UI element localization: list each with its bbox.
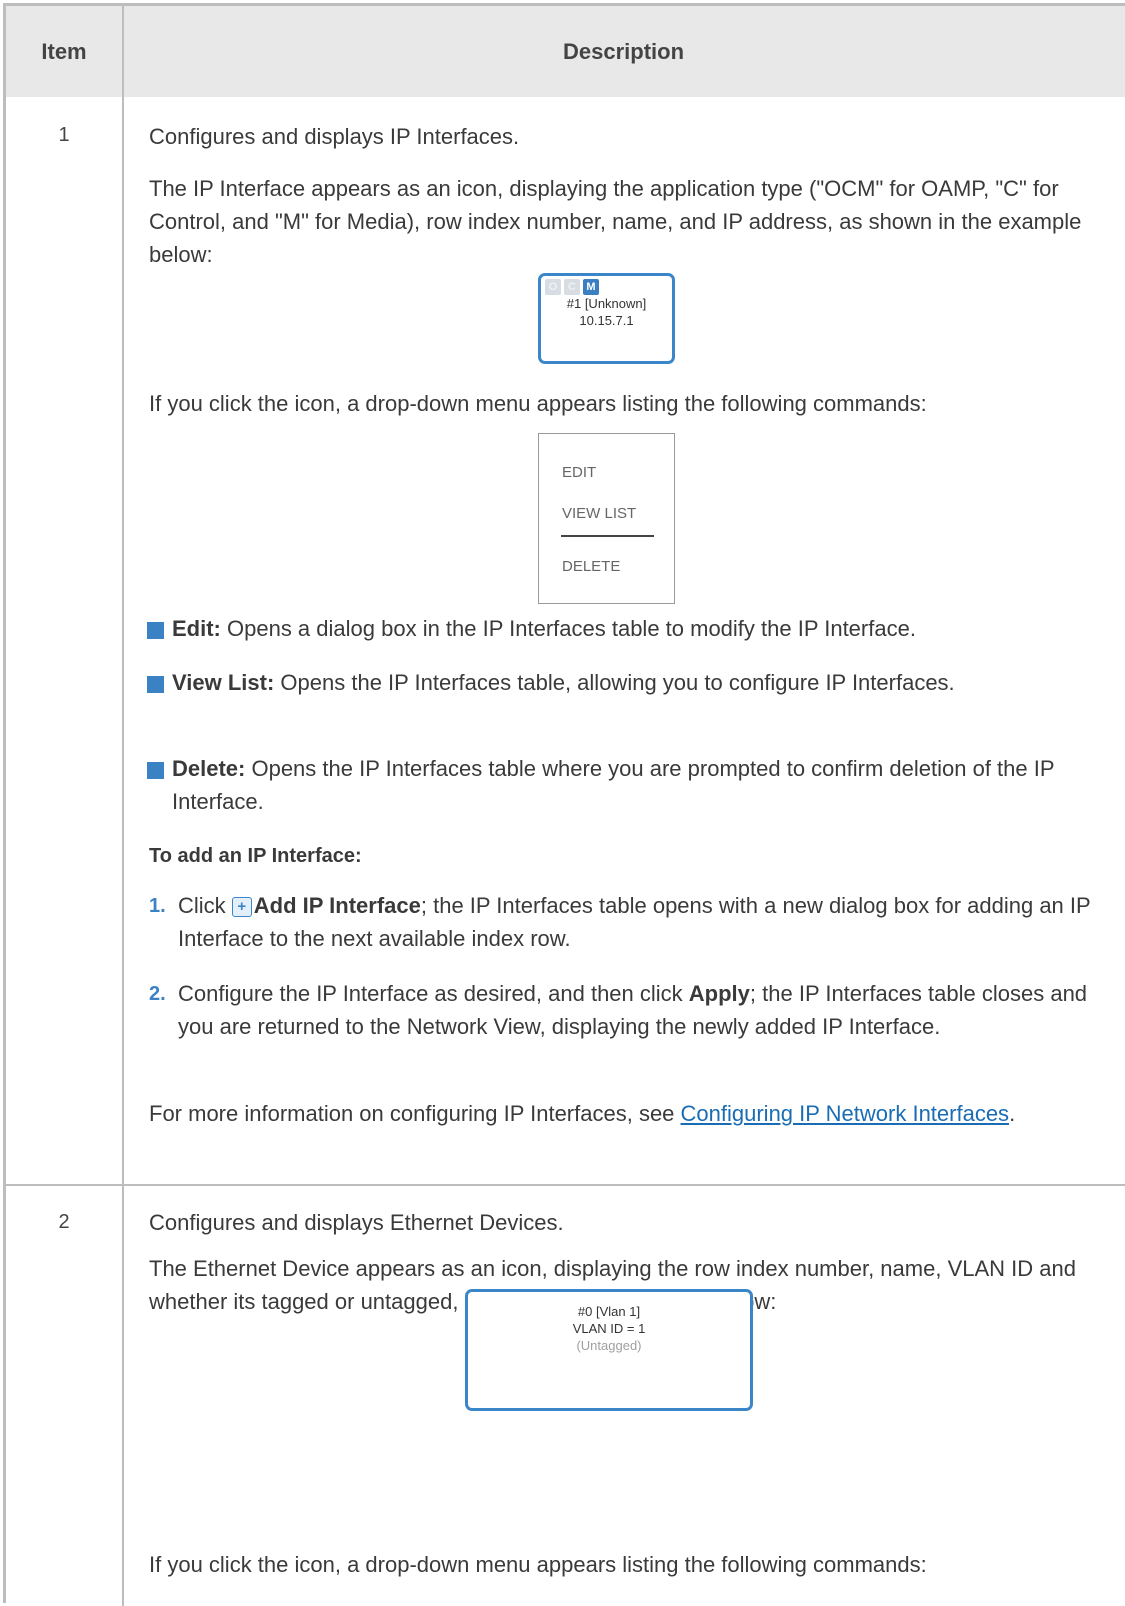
step-number: 2. <box>149 983 166 1005</box>
step-bold: Add IP Interface <box>253 893 421 918</box>
bullet-edit: Edit: Opens a dialog box in the IP Inter… <box>172 612 1102 645</box>
bullet-square <box>147 762 164 779</box>
menu-item-view-list[interactable]: VIEW LIST <box>562 505 636 522</box>
bullet-text: Opens the IP Interfaces table where you … <box>172 756 1055 814</box>
menu-item-edit[interactable]: EDIT <box>562 464 596 481</box>
step-text: Click <box>178 893 232 918</box>
bullet-square <box>147 676 164 693</box>
header-description: Description <box>562 38 685 64</box>
ethernet-device-icon[interactable]: #0 [Vlan 1] VLAN ID = 1 (Untagged) <box>465 1289 753 1411</box>
eth-icon-vlan: VLAN ID = 1 <box>572 1321 646 1336</box>
step-number: 1. <box>149 895 166 917</box>
step-text: Configure the IP Interface as desired, a… <box>178 981 689 1006</box>
step-2: Configure the IP Interface as desired, a… <box>178 977 1098 1043</box>
configuring-ip-network-interfaces-link[interactable]: Configuring IP Network Interfaces <box>681 1101 1010 1126</box>
eth-icon-name: #0 [Vlan 1] <box>577 1304 641 1319</box>
more-text: For more information on configuring IP I… <box>149 1101 681 1126</box>
ip-dropdown-menu: EDIT VIEW LIST DELETE <box>538 433 675 604</box>
step-bold: Apply <box>688 981 750 1006</box>
bullet-label: Delete: <box>172 756 246 781</box>
bullet-label: Edit: <box>172 616 221 641</box>
menu-separator <box>561 535 654 537</box>
control-badge: C <box>564 279 580 295</box>
bullet-view-list: View List: Opens the IP Interfaces table… <box>172 666 1072 699</box>
row2-click-text: If you click the icon, a drop-down menu … <box>149 1552 927 1577</box>
ip-icon-name: #1 [Unknown] <box>566 296 647 311</box>
row-divider <box>6 1184 1125 1186</box>
bullet-delete: Delete: Opens the IP Interfaces table wh… <box>172 752 1072 818</box>
oamp-badge: O <box>545 279 561 295</box>
bullet-label: View List: <box>172 670 275 695</box>
row1-icon-description: The IP Interface appears as an icon, dis… <box>149 176 1082 267</box>
row2-intro: Configures and displays Ethernet Devices… <box>149 1210 564 1235</box>
bullet-text: Opens a dialog box in the IP Interfaces … <box>220 616 916 641</box>
table-header: Item Description <box>6 6 1125 97</box>
header-item: Item <box>41 38 87 64</box>
row1-click-text: If you click the icon, a drop-down menu … <box>149 391 927 416</box>
ip-interface-icon[interactable]: O C M #1 [Unknown] 10.15.7.1 <box>538 273 675 364</box>
column-divider <box>122 6 124 1606</box>
description-table: Item Description 1 Configures and displa… <box>3 3 1125 1606</box>
bullet-text: Opens the IP Interfaces table, allowing … <box>274 670 955 695</box>
row1-intro: Configures and displays IP Interfaces. <box>149 124 520 149</box>
more-text: . <box>1009 1101 1016 1126</box>
add-icon: + <box>231 897 252 918</box>
row-number: 2 <box>58 1211 70 1233</box>
menu-item-delete[interactable]: DELETE <box>562 558 620 575</box>
ip-icon-address: 10.15.7.1 <box>579 313 634 328</box>
bullet-square <box>147 622 164 639</box>
eth-icon-tag-status: (Untagged) <box>576 1338 642 1353</box>
more-info: For more information on configuring IP I… <box>149 1097 1049 1130</box>
media-badge: M <box>583 279 599 295</box>
row-number: 1 <box>58 124 70 146</box>
step-1: Click + Add IP Interface; the IP Interfac… <box>178 889 1108 955</box>
add-heading: To add an IP Interface: <box>149 845 362 867</box>
